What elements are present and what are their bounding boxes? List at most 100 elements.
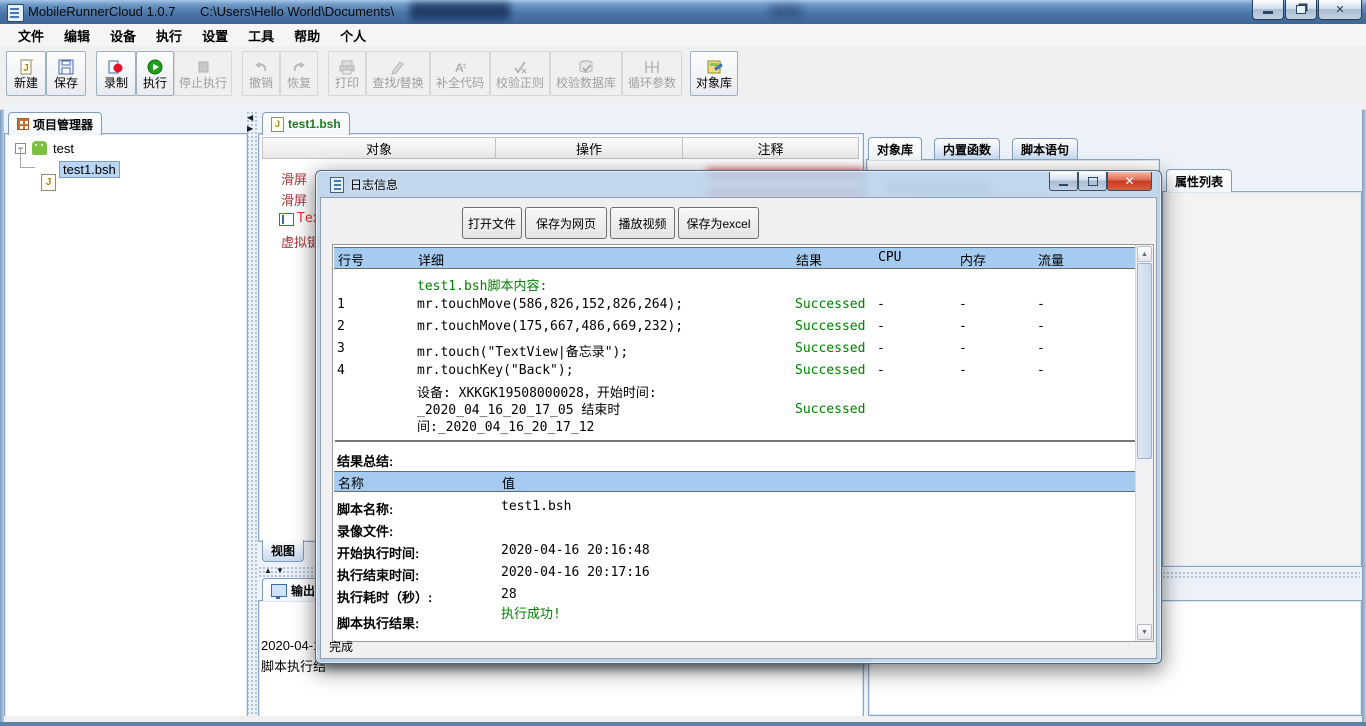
col-line-number: 行号 <box>338 250 364 269</box>
collapse-left-icon[interactable]: ◀ <box>247 114 253 122</box>
stop-button[interactable]: 停止执行 <box>174 51 232 96</box>
minimize-button[interactable] <box>1252 0 1284 20</box>
menu-personal[interactable]: 个人 <box>330 26 376 45</box>
vertical-splitter[interactable]: ◀ ▶ <box>246 110 258 716</box>
redo-button[interactable]: 恢复 <box>280 51 318 96</box>
log-row-device-detail: 设备: XKKGK19508000028，开始时间: _2020_04_16_2… <box>417 385 737 436</box>
tab-builtin-functions[interactable]: 内置函数 <box>934 138 1000 160</box>
tab-script-statements[interactable]: 脚本语句 <box>1012 138 1078 160</box>
log-row-number: 2 <box>337 319 345 334</box>
summary-row-name: 执行耗时（秒）: <box>337 587 432 606</box>
collapse-right-icon[interactable]: ▶ <box>247 125 253 133</box>
dialog-minimize-icon <box>1059 184 1068 186</box>
menu-run[interactable]: 执行 <box>146 26 192 45</box>
summary-row-name: 脚本名称: <box>337 499 393 518</box>
log-row-device-result: Successed <box>795 402 865 417</box>
print-button[interactable]: 查找/替换 打印 <box>328 51 366 96</box>
redacted-path-blur <box>410 3 510 20</box>
summary-row-value: 2020-04-16 20:17:16 <box>501 565 650 580</box>
tree-node-project[interactable]: test <box>53 141 74 156</box>
complete-code-button[interactable]: A± 补全代码 <box>430 51 490 96</box>
summary-row-name: 脚本执行结果: <box>337 613 419 632</box>
collapse-up-icon[interactable]: ▲ <box>264 567 272 575</box>
close-button[interactable]: ✕ <box>1318 0 1362 20</box>
log-row-mem: - <box>959 319 967 334</box>
col-result: 结果 <box>796 250 822 269</box>
column-header-comment[interactable]: 注释 <box>682 137 859 159</box>
menu-help[interactable]: 帮助 <box>284 26 330 45</box>
tab-project-manager[interactable]: 项目管理器 <box>8 112 102 135</box>
object-library-tab-label: 对象库 <box>877 141 913 158</box>
log-row-cpu: - <box>877 363 885 378</box>
menu-device[interactable]: 设备 <box>100 26 146 45</box>
stop-icon <box>194 59 212 75</box>
save-as-webpage-button[interactable]: 保存为网页 <box>525 207 607 239</box>
dialog-title: 日志信息 <box>350 176 398 193</box>
undo-icon <box>252 59 270 75</box>
tab-view[interactable]: 视图 <box>262 540 304 562</box>
menu-settings[interactable]: 设置 <box>192 26 238 45</box>
tab-script-file[interactable]: J test1.bsh <box>262 112 350 135</box>
svg-text:±: ± <box>462 61 467 70</box>
summary-row-value: 2020-04-16 20:16:48 <box>501 543 650 558</box>
menu-tools[interactable]: 工具 <box>238 26 284 45</box>
script-tab-label: test1.bsh <box>288 117 341 131</box>
log-row-result: Successed <box>795 341 865 356</box>
close-icon: ✕ <box>1335 3 1344 16</box>
log-row-cpu: - <box>877 319 885 334</box>
loop-params-button[interactable]: 循环参数 <box>622 51 682 96</box>
record-button[interactable]: 录制 <box>96 51 136 96</box>
run-button[interactable]: 执行 <box>136 51 174 96</box>
scroll-down-icon: ▼ <box>1141 629 1148 636</box>
scroll-down-button[interactable]: ▼ <box>1137 624 1152 640</box>
dialog-close-button[interactable]: ✕ <box>1107 172 1152 191</box>
restore-button[interactable] <box>1285 0 1317 20</box>
scroll-up-button[interactable]: ▲ <box>1137 246 1152 262</box>
tab-property-list[interactable]: 属性列表 <box>1166 169 1232 192</box>
redacted-titlebar-blur <box>770 5 802 18</box>
editor-row-swipe-2[interactable]: 滑屏 <box>281 190 307 209</box>
summary-col-value: 值 <box>502 473 515 492</box>
title-bar[interactable]: MobileRunnerCloud 1.0.7 C:\Users\Hello W… <box>0 0 1366 25</box>
script-content-title: test1.bsh脚本内容: <box>417 275 547 294</box>
redo-icon <box>290 59 308 75</box>
scrollbar-thumb[interactable] <box>1137 263 1152 459</box>
dialog-minimize-button[interactable] <box>1049 172 1078 191</box>
open-file-button[interactable]: 打开文件 <box>462 207 522 239</box>
window-edge-right <box>1362 24 1366 726</box>
log-row-detail: mr.touchMove(586,826,152,826,264); <box>417 297 683 312</box>
dialog-title-bar[interactable]: 日志信息 <box>330 176 398 193</box>
column-header-action[interactable]: 操作 <box>495 137 683 159</box>
column-header-object[interactable]: 对象 <box>262 137 496 159</box>
editor-row-swipe-1[interactable]: 滑屏 <box>281 169 307 188</box>
summary-row-value: test1.bsh <box>501 499 571 514</box>
summary-row-name: 执行结束时间: <box>337 565 419 584</box>
complete-code-icon: A± <box>451 59 469 75</box>
save-as-excel-button[interactable]: 保存为excel <box>678 207 759 239</box>
menu-file[interactable]: 文件 <box>8 26 54 45</box>
check-database-button[interactable]: 校验数据库 <box>550 51 622 96</box>
new-button[interactable]: J 新建 <box>6 51 46 96</box>
play-video-button[interactable]: 播放视频 <box>610 207 675 239</box>
undo-button[interactable]: 撤销 <box>242 51 280 96</box>
tree-node-script-selected[interactable]: test1.bsh <box>59 161 120 178</box>
script-tab-icon: J <box>271 117 284 132</box>
save-button[interactable]: 保存 <box>46 51 86 96</box>
find-replace-button[interactable]: 查找/替换 <box>366 51 430 96</box>
output-tab-icon <box>271 584 287 597</box>
status-bar <box>4 716 1362 722</box>
object-library-icon <box>705 59 723 75</box>
property-splitter[interactable] <box>1162 571 1360 579</box>
summary-table-header: 名称 值 <box>334 471 1135 492</box>
tab-object-library[interactable]: 对象库 <box>868 137 922 160</box>
project-tree-panel: − test J test1.bsh <box>4 133 248 718</box>
object-library-button[interactable]: 对象库 <box>690 51 738 96</box>
log-row-number: 1 <box>337 297 345 312</box>
check-regex-button[interactable]: 校验正则 <box>490 51 550 96</box>
dialog-scrollbar[interactable]: ▲ ▼ <box>1135 245 1153 641</box>
menu-edit[interactable]: 编辑 <box>54 26 100 45</box>
col-detail: 详细 <box>418 250 444 269</box>
new-script-icon: J <box>17 59 35 75</box>
dialog-maximize-button[interactable] <box>1078 172 1107 191</box>
collapse-down-icon[interactable]: ▼ <box>276 567 284 575</box>
